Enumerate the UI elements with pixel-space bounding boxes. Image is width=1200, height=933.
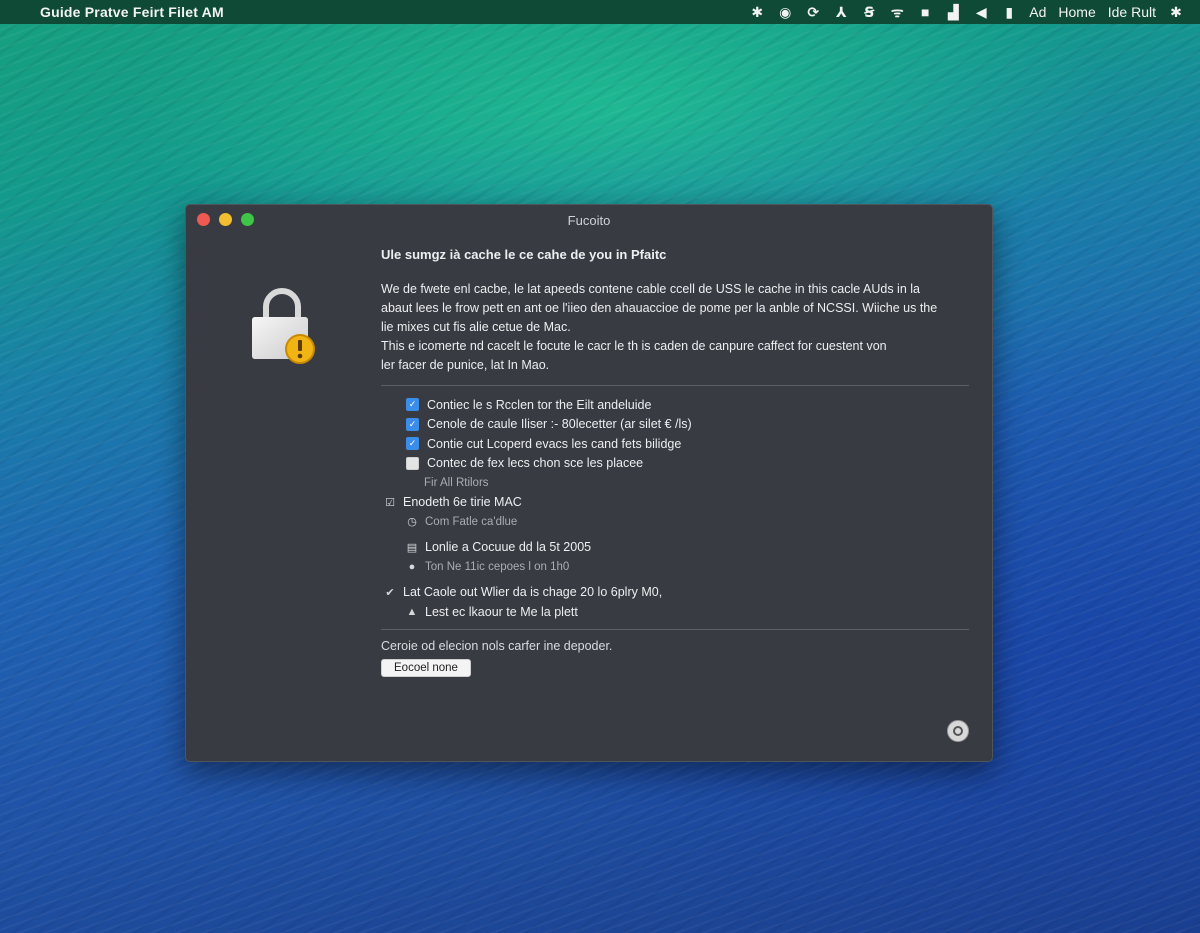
help-button[interactable] — [947, 720, 969, 742]
lock-icon — [252, 288, 315, 364]
status-area: ✱ ◉ ⟳ ⅄ Ꞩ ᯤ ■ ▟ ◀ ▮ Ad Home Ide Rult ✱ — [749, 4, 1184, 20]
group-row[interactable]: ☑ Enodeth 6e tirie MAC — [381, 493, 971, 513]
volume-icon[interactable]: ◀ — [973, 4, 989, 20]
accessibility-icon[interactable]: ⅄ — [833, 4, 849, 20]
option-label: Contiec le s Rcclen tor the Eilt andelui… — [427, 397, 652, 412]
footer-text: Ceroie od elecion nols carfer ine depode… — [381, 639, 613, 653]
clock-icon: ◷ — [407, 516, 417, 529]
warning-label: Lest ec lkaour te Me la plett — [425, 604, 578, 619]
description-line: abaut lees le frow pett en ant oe l'iieo… — [381, 301, 938, 315]
check-label: Lat Caole out Wlier da is chage 20 lo 6p… — [403, 585, 663, 600]
option-label: Contec de fex lecs chon sce les placee — [427, 456, 644, 471]
group-sub-label: Com Fatle ca'dlue — [425, 515, 518, 528]
description-text: We de fwete enl cacbe, le lat apeeds con… — [381, 280, 971, 375]
time-machine-icon[interactable]: ◉ — [777, 4, 793, 20]
help-icon — [953, 726, 963, 736]
dialog-heading: Ule sumgz ià cache le ce cahe de you in … — [381, 247, 667, 262]
option-row[interactable]: ✓ Cenole de caule Iliser :- 80lecetter (… — [381, 415, 971, 435]
info-icon: ● — [408, 560, 416, 573]
option-row[interactable]: Contec de fex lecs chon sce les placee — [381, 454, 971, 474]
menu-bar: Guide Pratve Feirt Filet AM ✱ ◉ ⟳ ⅄ Ꞩ ᯤ … — [0, 0, 1200, 24]
bluetooth-icon[interactable]: ✱ — [749, 4, 765, 20]
dialog-content: Ule sumgz ià cache le ce cahe de you in … — [381, 247, 971, 622]
checkbox-checked[interactable]: ✓ — [406, 417, 419, 431]
options-note: Fir All Rtilors — [424, 476, 489, 489]
display-icon[interactable]: ■ — [917, 4, 933, 20]
group-sub-row: ◷ Com Fatle ca'dlue — [381, 512, 971, 532]
window-title: Fucoito — [567, 213, 611, 228]
description-line: This e icomerte nd cacelt le focute le c… — [381, 339, 887, 353]
notification-center-icon[interactable]: ✱ — [1168, 4, 1184, 20]
description-line: We de fwete enl cacbe, le lat apeeds con… — [381, 282, 920, 296]
signal-icon[interactable]: ▟ — [945, 4, 961, 20]
window-titlebar[interactable]: Fucoito — [186, 205, 992, 235]
dialog-footer: Ceroie od elecion nols carfer ine depode… — [381, 629, 971, 677]
checkmark-icon: ✔ — [385, 586, 395, 599]
option-label: Contie cut Lcoperd evacs les cand fets b… — [427, 436, 682, 451]
sync-icon[interactable]: ⟳ — [805, 4, 821, 20]
group-label: Enodeth 6e tirie MAC — [403, 495, 522, 510]
check-row[interactable]: ✔ Lat Caole out Wlier da is chage 20 lo … — [381, 583, 971, 603]
menu-item-ad[interactable]: Ad — [1029, 4, 1046, 20]
checked-box-icon: ☑ — [385, 496, 395, 509]
option-row[interactable]: ✓ Contiec le s Rcclen tor the Eilt andel… — [381, 395, 971, 415]
group-sub-label: Ton Ne 11ic cepoes l on 1h0 — [425, 560, 570, 573]
app-menu-title[interactable]: Guide Pratve Feirt Filet AM — [40, 4, 224, 20]
text-icon[interactable]: Ꞩ — [861, 4, 877, 20]
menu-item-home[interactable]: Home — [1058, 4, 1095, 20]
description-line: ler facer de punice, lat In Mao. — [381, 358, 550, 372]
checkbox-checked[interactable]: ✓ — [406, 398, 419, 412]
option-row[interactable]: ✓ Contie cut Lcoperd evacs les cand fets… — [381, 434, 971, 454]
group-row[interactable]: ▤ Lonlie a Cocuue dd la 5t 2005 — [381, 538, 971, 558]
warning-row: ▲ Lest ec lkaour te Me la plett — [381, 602, 971, 622]
warning-icon: ▲ — [406, 605, 418, 618]
footer-button[interactable]: Eocoel none — [381, 659, 471, 677]
divider — [381, 629, 969, 630]
divider — [381, 385, 969, 386]
battery-icon[interactable]: ▮ — [1001, 4, 1017, 20]
chart-icon: ▤ — [406, 541, 418, 554]
checkbox-checked[interactable]: ✓ — [406, 437, 419, 451]
option-label: Cenole de caule Iliser :- 80lecetter (ar… — [427, 417, 692, 432]
checkbox-unchecked[interactable] — [406, 456, 419, 470]
preferences-window: Fucoito Ule sumgz ià cache le ce cahe de… — [185, 204, 993, 762]
group-label: Lonlie a Cocuue dd la 5t 2005 — [425, 540, 592, 555]
group-sub-row: ● Ton Ne 11ic cepoes l on 1h0 — [381, 557, 971, 577]
wifi-icon[interactable]: ᯤ — [889, 4, 905, 20]
menu-item-user[interactable]: Ide Rult — [1108, 4, 1156, 20]
options-list: ✓ Contiec le s Rcclen tor the Eilt andel… — [381, 395, 971, 622]
description-line: lie mixes cut fis alie cetue de Mac. — [381, 320, 571, 334]
